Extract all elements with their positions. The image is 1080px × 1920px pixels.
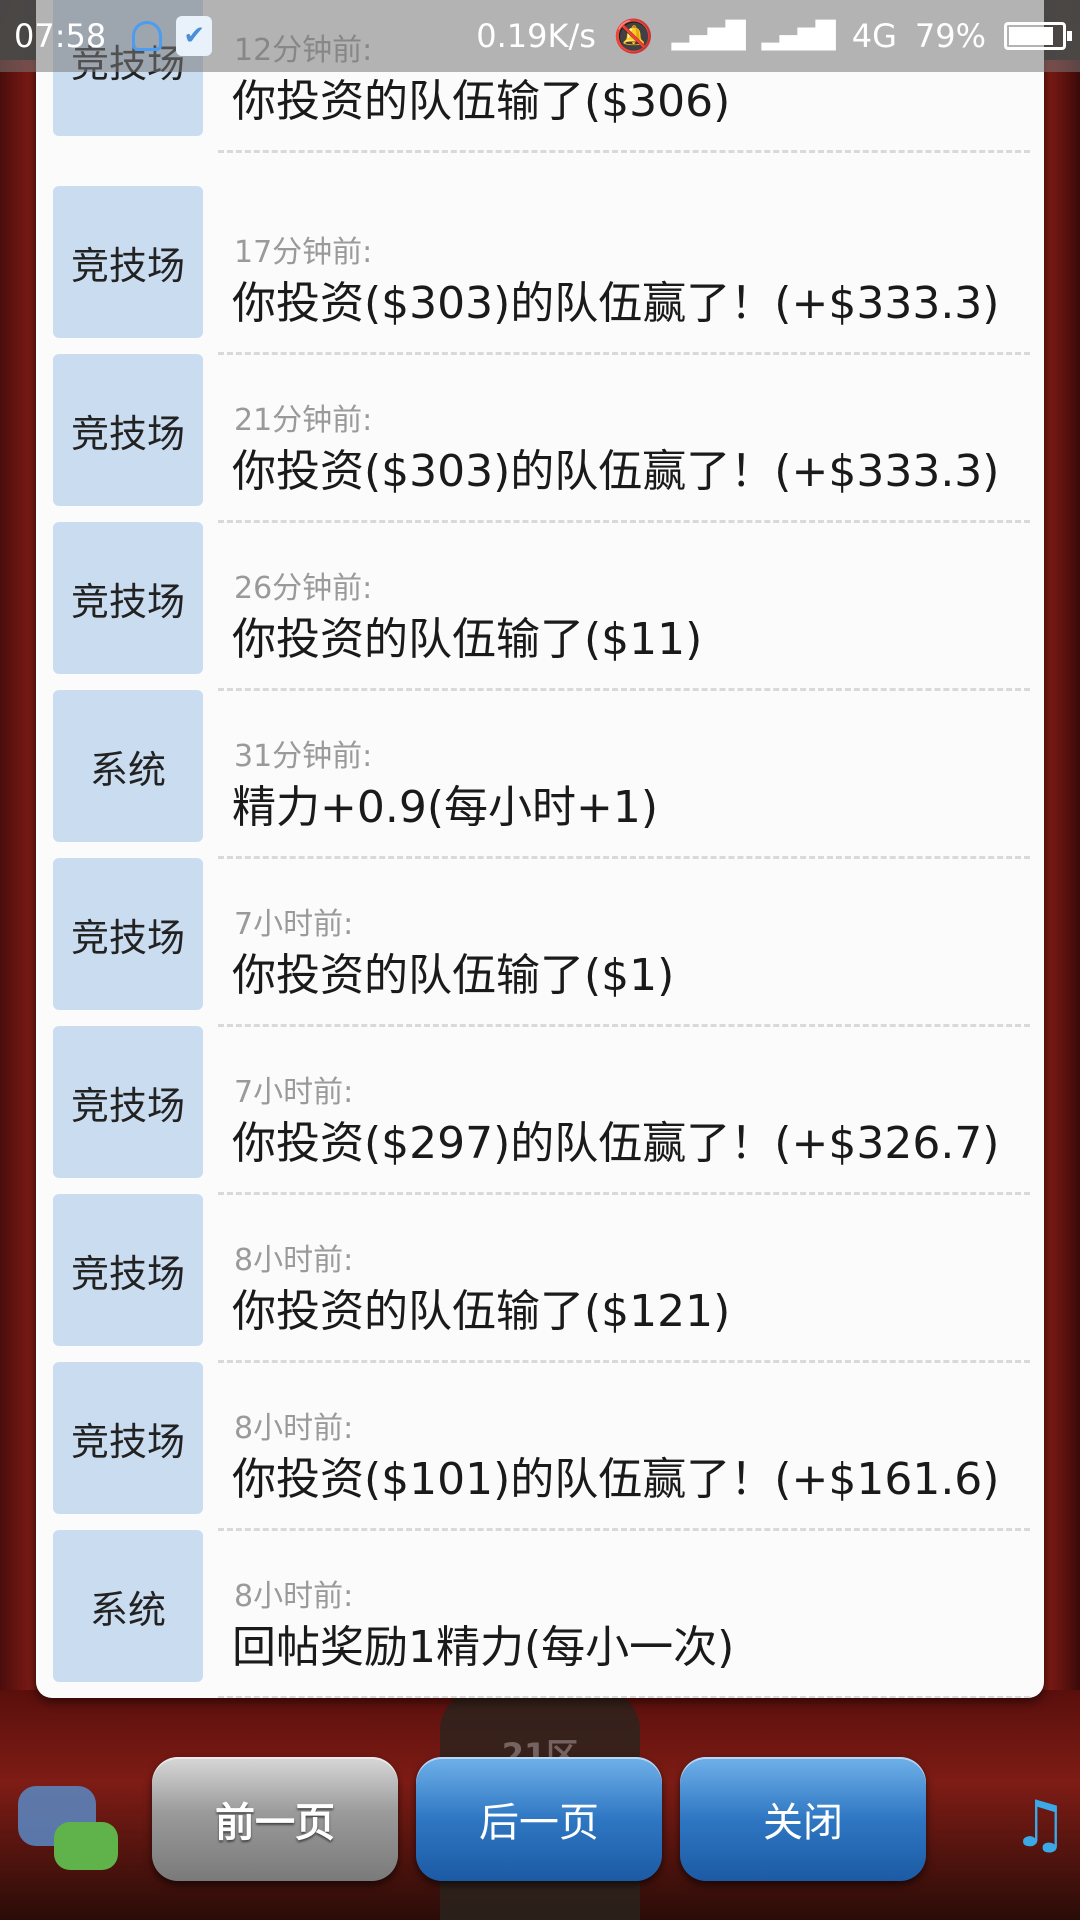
battery-fill [1009,27,1054,45]
message-category-tag: 竞技场 [53,522,203,674]
row-divider [218,1696,1030,1698]
music-icon[interactable]: ♫ [1010,1790,1070,1860]
message-row[interactable]: 竞技场 17分钟前: 你投资($303)的队伍赢了！(+$333.3) [36,186,1044,355]
mute-bell-icon: 🔕 [613,17,654,55]
chat-bubble-icon[interactable] [54,1822,118,1870]
message-category-tag: 竞技场 [53,1194,203,1346]
message-text: 你投资($303)的队伍赢了！(+$333.3) [232,446,1000,497]
message-row[interactable]: 竞技场 8小时前: 你投资的队伍输了($121) [36,1194,1044,1363]
signal-4g-icon: ▂▄▆█ [761,21,836,51]
close-button[interactable]: 关闭 [680,1757,926,1881]
message-time: 7小时前: [234,907,354,942]
message-text: 你投资的队伍输了($11) [232,614,703,665]
message-row[interactable]: 竞技场 8小时前: 你投资($101)的队伍赢了！(+$161.6) [36,1362,1044,1531]
message-time: 26分钟前: [234,571,373,606]
signal-icon: ▂▄▆█ [671,21,746,51]
message-category-tag: 竞技场 [53,186,203,338]
headset-icon [132,21,163,51]
message-text: 你投资的队伍输了($306) [232,76,731,127]
message-row[interactable]: 系统 8小时前: 回帖奖励1精力(每小一次) [36,1530,1044,1698]
message-row[interactable]: 竞技场 7小时前: 你投资的队伍输了($1) [36,858,1044,1027]
message-category-tag: 竞技场 [53,354,203,506]
message-time: 8小时前: [234,1411,354,1446]
status-bar: 07:58 ✔ 0.19K/s 🔕 ▂▄▆█ ▂▄▆█ 4G 79% [0,0,1080,72]
status-right: 0.19K/s 🔕 ▂▄▆█ ▂▄▆█ 4G 79% [476,17,1072,55]
message-category-tag: 系统 [53,1530,203,1682]
message-time: 8小时前: [234,1243,354,1278]
message-text: 你投资($101)的队伍赢了！(+$161.6) [232,1454,1000,1505]
message-text: 你投资($297)的队伍赢了！(+$326.7) [232,1118,1000,1169]
message-row[interactable]: 竞技场 7小时前: 你投资($297)的队伍赢了！(+$326.7) [36,1026,1044,1195]
message-text: 回帖奖励1精力(每小一次) [232,1622,735,1673]
battery-icon [1004,22,1072,50]
net-speed: 0.19K/s [476,17,596,55]
shield-icon: ✔ [176,16,213,56]
message-category-tag: 竞技场 [53,1026,203,1178]
row-divider [218,150,1030,153]
message-text: 你投资($303)的队伍赢了！(+$333.3) [232,278,1000,329]
message-category-tag: 竞技场 [53,858,203,1010]
next-page-button[interactable]: 后一页 [416,1757,662,1881]
message-text: 精力+0.9(每小时+1) [232,782,659,833]
message-time: 17分钟前: [234,235,373,270]
message-category-tag: 竞技场 [53,1362,203,1514]
message-time: 8小时前: [234,1579,354,1614]
message-text: 你投资的队伍输了($1) [232,950,675,1001]
message-panel[interactable]: 竞技场12分钟前:你投资的队伍输了($306)竞技场17分钟前:你投资($303… [36,0,1044,1698]
prev-page-button[interactable]: 前一页 [152,1757,398,1881]
message-row[interactable]: 系统 31分钟前: 精力+0.9(每小时+1) [36,690,1044,859]
message-category-tag: 系统 [53,690,203,842]
message-text: 你投资的队伍输了($121) [232,1286,731,1337]
message-time: 31分钟前: [234,739,373,774]
message-time: 7小时前: [234,1075,354,1110]
network-type: 4G [851,17,897,55]
message-time: 21分钟前: [234,403,373,438]
status-time: 07:58 [14,17,107,55]
message-row[interactable]: 竞技场 21分钟前: 你投资($303)的队伍赢了！(+$333.3) [36,354,1044,523]
message-row[interactable]: 竞技场 26分钟前: 你投资的队伍输了($11) [36,522,1044,691]
battery-percent: 79% [914,17,986,55]
